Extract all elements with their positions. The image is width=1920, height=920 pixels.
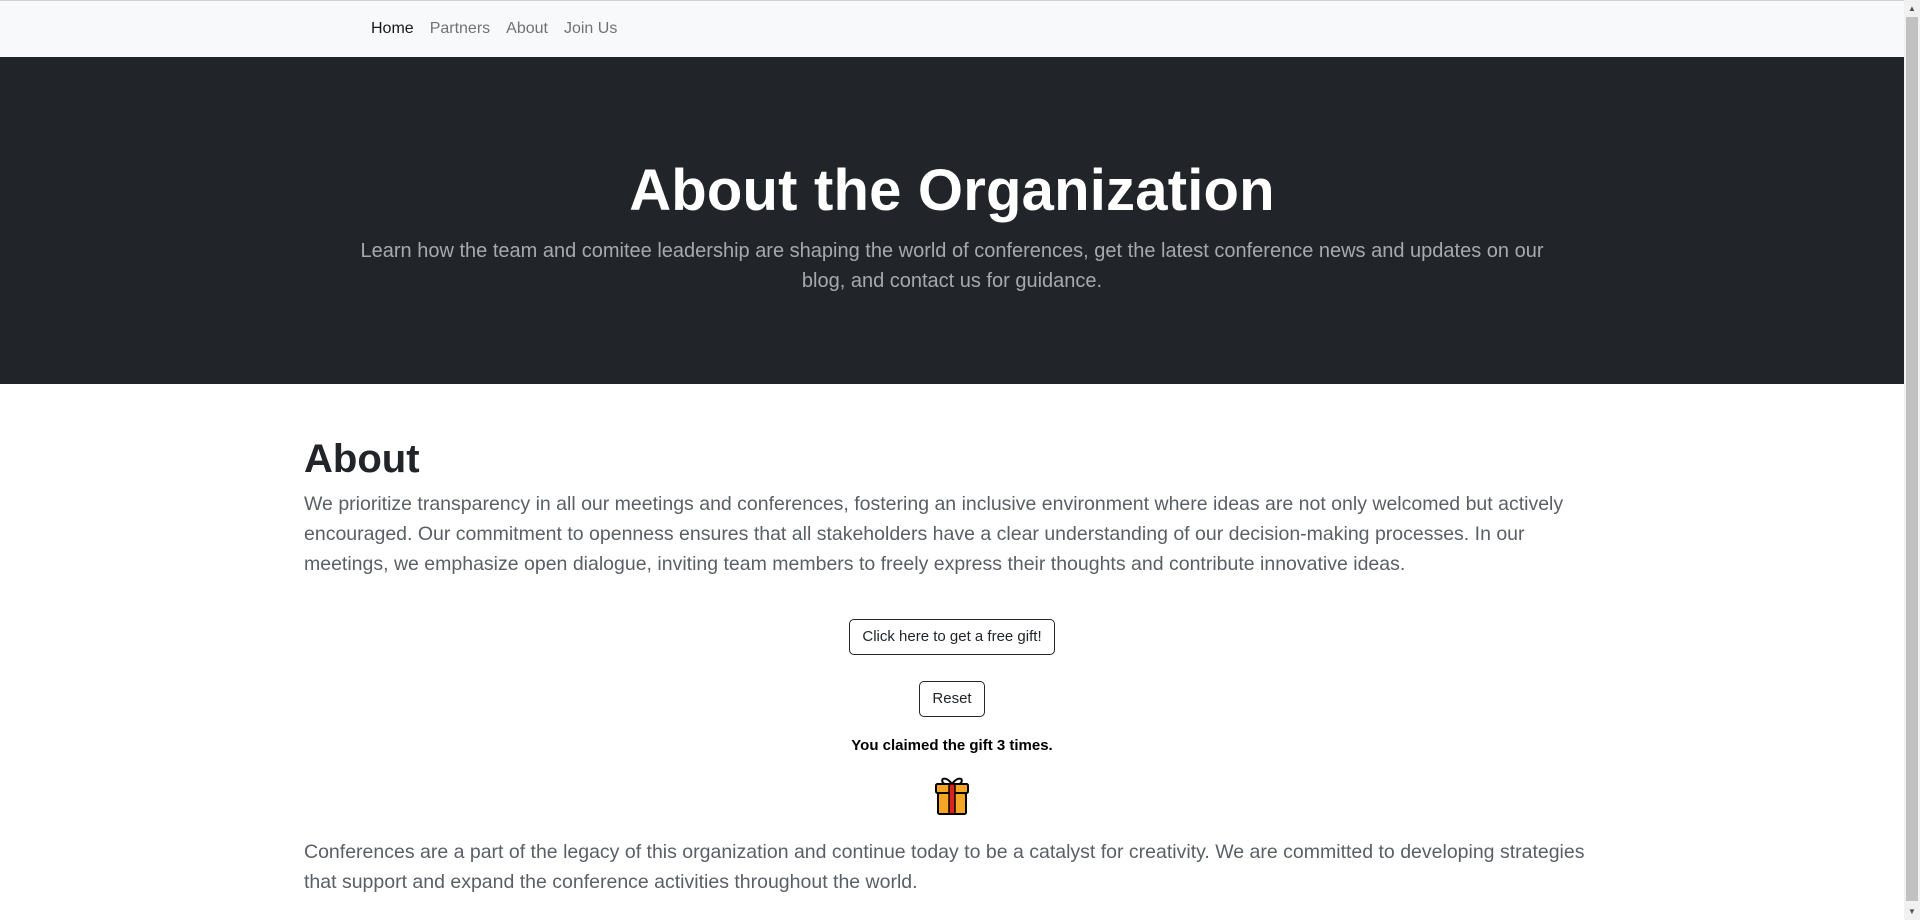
nav-join-us-link[interactable]: Join Us (564, 20, 617, 38)
gift-claim-status: You claimed the gift 3 times. (851, 737, 1053, 754)
about-section: About We prioritize transparency in all … (292, 435, 1612, 897)
page: Home Partners About Join Us About the Or… (0, 0, 1904, 920)
nav-about-link[interactable]: About (506, 20, 548, 38)
nav-home-link[interactable]: Home (371, 20, 414, 38)
closing-paragraph: Conferences are a part of the legacy of … (304, 841, 1585, 893)
free-gift-button[interactable]: Click here to get a free gift! (849, 619, 1055, 655)
hero-title: About the Organization (629, 158, 1275, 223)
vertical-scrollbar[interactable]: ▲ ▼ (1904, 0, 1920, 920)
gift-icon (933, 774, 971, 821)
navbar: Home Partners About Join Us (0, 0, 1904, 57)
reset-button[interactable]: Reset (919, 681, 985, 717)
gift-controls: Click here to get a free gift! Reset You… (304, 579, 1600, 821)
scroll-thumb[interactable] (1906, 17, 1918, 901)
scroll-up-arrow-icon[interactable]: ▲ (1904, 0, 1920, 17)
about-paragraph: We prioritize transparency in all our me… (304, 493, 1564, 575)
hero-banner: About the Organization Learn how the tea… (0, 57, 1904, 384)
hero-lead-text: Learn how the team and comitee leadershi… (360, 239, 1544, 292)
about-heading: About (304, 437, 420, 481)
scroll-down-arrow-icon[interactable]: ▼ (1904, 903, 1920, 920)
nav-partners-link[interactable]: Partners (430, 20, 490, 38)
browser-viewport: Home Partners About Join Us About the Or… (0, 0, 1920, 920)
